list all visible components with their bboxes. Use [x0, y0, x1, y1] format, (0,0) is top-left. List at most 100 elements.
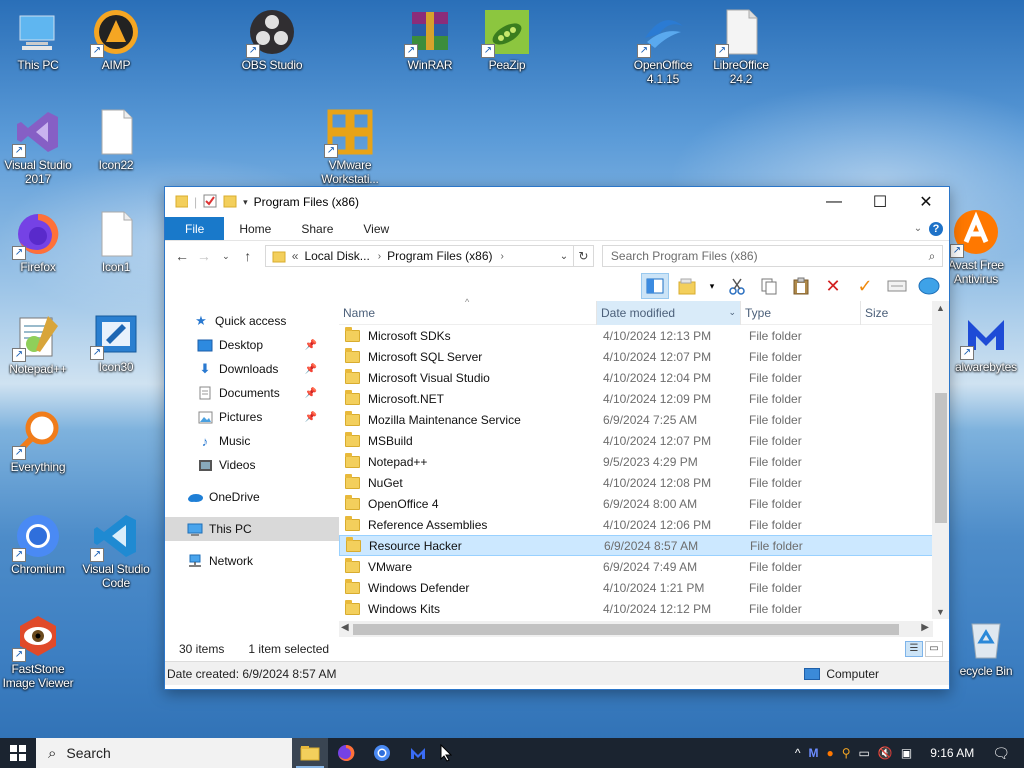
- nav-onedrive[interactable]: OneDrive: [165, 485, 339, 509]
- file-name-cell[interactable]: Microsoft SQL Server: [339, 347, 601, 364]
- column-header-date-modified[interactable]: Date modified ⌄: [597, 300, 741, 325]
- table-row[interactable]: Windows Defender 4/10/2024 1:21 PM File fo…: [339, 577, 949, 598]
- table-row[interactable]: MSBuild 4/10/2024 12:07 PM File folder: [339, 430, 949, 451]
- pin-icon[interactable]: 📌: [305, 340, 317, 351]
- table-row[interactable]: OpenOffice 4 6/9/2024 8:00 AM File folder: [339, 493, 949, 514]
- tab-home[interactable]: Home: [224, 217, 286, 240]
- tab-view[interactable]: View: [348, 217, 404, 240]
- table-row[interactable]: Microsoft SQL Server 4/10/2024 12:07 PM Fi…: [339, 346, 949, 367]
- notification-tray-icon[interactable]: ▣: [901, 746, 912, 760]
- table-row[interactable]: NuGet 4/10/2024 12:08 PM File folder: [339, 472, 949, 493]
- desktop-icon-vmware[interactable]: ↗ VMware Workstati...: [312, 108, 388, 186]
- new-item-dropdown[interactable]: ▾: [705, 273, 719, 299]
- preview-pane-button[interactable]: [641, 273, 669, 299]
- breadcrumb-overflow[interactable]: «: [292, 249, 299, 263]
- desktop-icon-this-pc[interactable]: This PC: [0, 8, 76, 72]
- up-button[interactable]: ↑: [237, 248, 259, 264]
- close-button[interactable]: ✕: [903, 187, 949, 217]
- taskbar-firefox[interactable]: [328, 738, 364, 768]
- desktop-icon-winrar[interactable]: ↗ WinRAR: [392, 8, 468, 72]
- properties-button[interactable]: [883, 273, 911, 299]
- scroll-thumb[interactable]: [353, 624, 899, 635]
- desktop-icon-notepadpp[interactable]: ↗ Notepad++: [0, 312, 76, 376]
- network-tray-icon[interactable]: ▭: [859, 746, 870, 760]
- breadcrumb-chevron[interactable]: ›: [501, 251, 504, 262]
- scroll-up-icon[interactable]: ▲: [932, 303, 949, 313]
- scroll-thumb[interactable]: [935, 393, 947, 523]
- large-icons-view-icon[interactable]: ▭: [925, 641, 943, 657]
- customize-qa-icon[interactable]: ▾: [243, 197, 248, 208]
- breadcrumb-local-disk[interactable]: Local Disk...: [304, 249, 369, 263]
- back-button[interactable]: ←: [171, 248, 193, 264]
- nav-music[interactable]: ♪ Music: [165, 429, 339, 453]
- taskbar-file-explorer[interactable]: [292, 738, 328, 768]
- chevron-down-icon[interactable]: ⌄: [728, 307, 736, 318]
- desktop-icon-icon22[interactable]: Icon22: [78, 108, 154, 172]
- table-row[interactable]: Resource Hacker 6/9/2024 8:57 AM File fold…: [339, 535, 949, 556]
- desktop-icon-obs[interactable]: ↗ OBS Studio: [234, 8, 310, 72]
- desktop-icon-vscode[interactable]: ↗ Visual Studio Code: [78, 512, 154, 590]
- desktop-icon-peazip[interactable]: ↗ PeaZip: [469, 8, 545, 72]
- column-header-size[interactable]: Size: [861, 301, 931, 325]
- scroll-down-icon[interactable]: ▼: [932, 607, 949, 617]
- desktop-icon-openoffice[interactable]: ↗ OpenOffice 4.1.15: [625, 8, 701, 86]
- horizontal-scrollbar[interactable]: ◀ ▶: [339, 621, 933, 637]
- file-name-cell[interactable]: MSBuild: [339, 431, 601, 448]
- options-button[interactable]: [915, 273, 943, 299]
- taskbar-chromium[interactable]: [364, 738, 400, 768]
- table-row[interactable]: Notepad++ 9/5/2023 4:29 PM File folder: [339, 451, 949, 472]
- desktop-icon-recycle-bin[interactable]: ecycle Bin: [948, 614, 1024, 678]
- nav-documents[interactable]: Documents 📌: [165, 381, 339, 405]
- pin-icon[interactable]: 📌: [305, 364, 317, 375]
- address-dropdown-button[interactable]: ⌄: [555, 251, 573, 262]
- volume-muted-icon[interactable]: 🔇: [878, 746, 893, 760]
- paste-button[interactable]: [787, 273, 815, 299]
- desktop-icon-aimp[interactable]: ↗ AIMP: [78, 8, 154, 72]
- file-name-cell[interactable]: OpenOffice 4: [339, 494, 601, 511]
- tab-file[interactable]: File: [165, 217, 225, 240]
- breadcrumb-program-files[interactable]: Program Files (x86): [387, 249, 492, 263]
- expand-ribbon-icon[interactable]: ⌄: [907, 217, 929, 240]
- table-row[interactable]: VMware 6/9/2024 7:49 AM File folder: [339, 556, 949, 577]
- table-row[interactable]: Microsoft.NET 4/10/2024 12:09 PM File fold…: [339, 388, 949, 409]
- cut-button[interactable]: [723, 273, 751, 299]
- copy-button[interactable]: [755, 273, 783, 299]
- scroll-right-icon[interactable]: ▶: [921, 622, 929, 633]
- delete-button[interactable]: ✕: [819, 273, 847, 299]
- table-row[interactable]: Reference Assemblies 4/10/2024 12:06 PM Fi…: [339, 514, 949, 535]
- desktop-icon-icon30[interactable]: ↗ Icon30: [78, 310, 154, 374]
- start-button[interactable]: [0, 738, 36, 768]
- file-name-cell[interactable]: Reference Assemblies: [339, 515, 601, 532]
- file-name-cell[interactable]: Mozilla Maintenance Service: [339, 410, 601, 427]
- desktop-icon-faststone[interactable]: ↗ FastStone Image Viewer: [0, 612, 76, 690]
- breadcrumb-chevron[interactable]: ›: [378, 251, 381, 262]
- avast-tray-icon[interactable]: ●: [827, 746, 834, 760]
- file-name-cell[interactable]: Windows Kits: [339, 599, 601, 616]
- table-row[interactable]: Microsoft Visual Studio 4/10/2024 12:04 P…: [339, 367, 949, 388]
- search-box[interactable]: Search Program Files (x86) ⌕: [601, 245, 943, 267]
- table-row[interactable]: Mozilla Maintenance Service 6/9/2024 7:25…: [339, 409, 949, 430]
- taskbar-malwarebytes[interactable]: [400, 738, 436, 768]
- nav-videos[interactable]: Videos: [165, 453, 339, 477]
- recent-locations-button[interactable]: ⌄: [215, 251, 237, 262]
- nav-this-pc[interactable]: This PC: [165, 517, 339, 541]
- rename-button[interactable]: ✓: [851, 273, 879, 299]
- desktop-icon-visualstudio[interactable]: ↗ Visual Studio 2017: [0, 108, 76, 186]
- pin-icon[interactable]: 📌: [305, 388, 317, 399]
- desktop-icon-firefox[interactable]: ↗ Firefox: [0, 210, 76, 274]
- new-folder-icon[interactable]: [223, 194, 237, 211]
- nav-desktop[interactable]: Desktop 📌: [165, 333, 339, 357]
- desktop-icon-chromium[interactable]: ↗ Chromium: [0, 512, 76, 576]
- file-name-cell[interactable]: Windows Defender: [339, 578, 601, 595]
- clock[interactable]: 9:16 AM: [930, 746, 974, 760]
- file-name-cell[interactable]: Resource Hacker: [340, 536, 602, 553]
- desktop-icon-malwarebytes[interactable]: ↗ alwarebytes: [948, 310, 1024, 374]
- minimize-button[interactable]: —: [811, 187, 857, 217]
- vertical-scrollbar[interactable]: ▲ ▼: [932, 301, 949, 619]
- show-hidden-icons-icon[interactable]: ^: [795, 746, 801, 760]
- column-header-type[interactable]: Type: [741, 300, 861, 325]
- forward-button[interactable]: →: [193, 248, 215, 264]
- file-name-cell[interactable]: Microsoft.NET: [339, 389, 601, 406]
- pin-icon[interactable]: 📌: [305, 412, 317, 423]
- file-name-cell[interactable]: NuGet: [339, 473, 601, 490]
